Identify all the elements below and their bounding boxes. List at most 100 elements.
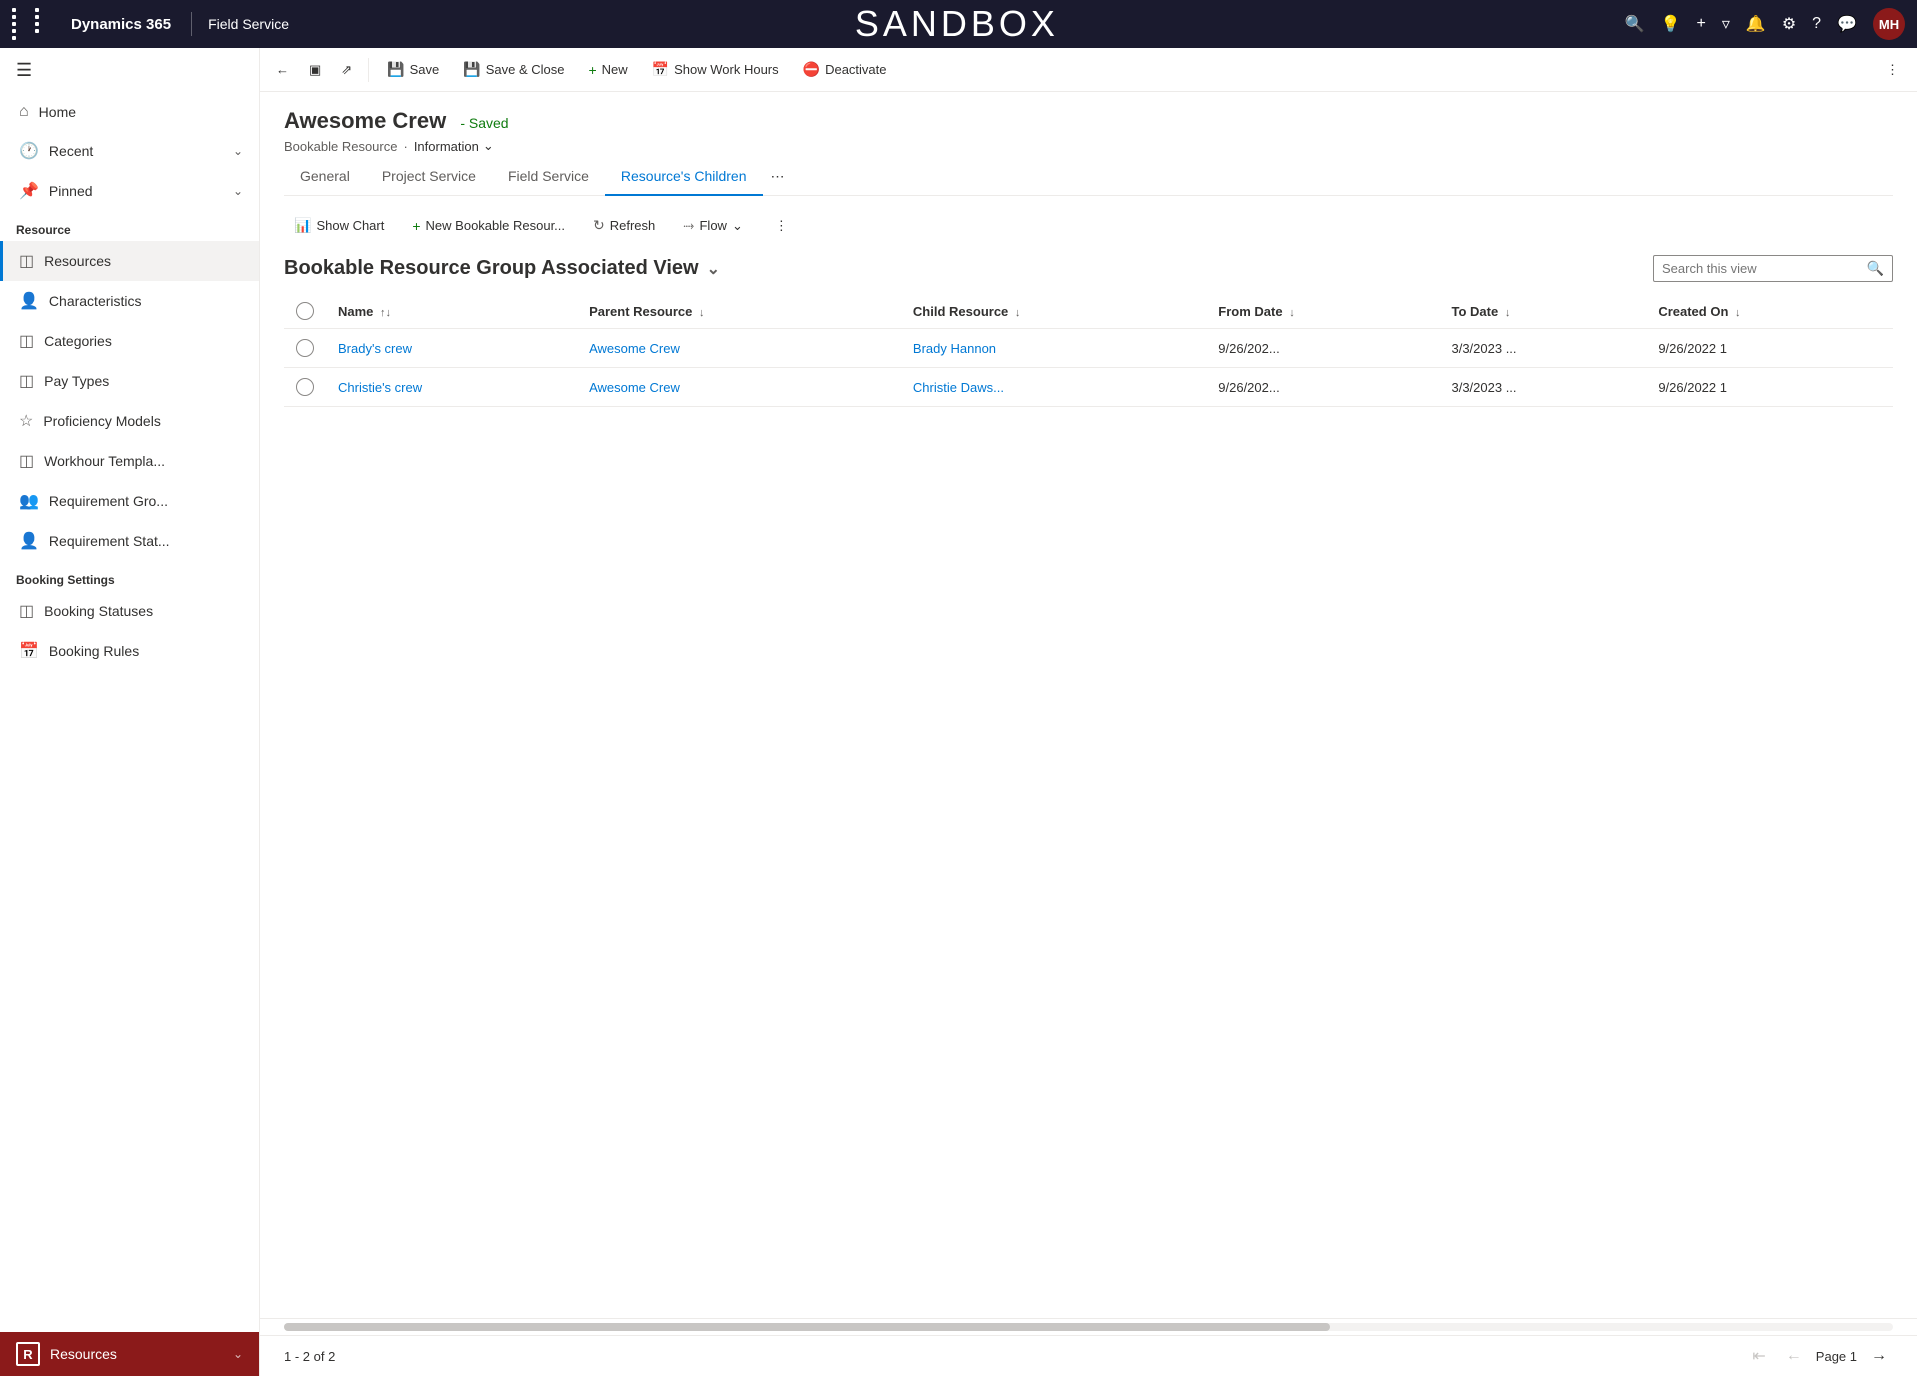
prev-page-button[interactable]: ← bbox=[1780, 1345, 1808, 1367]
info-link[interactable]: Information ⌄ bbox=[414, 138, 494, 154]
save-close-label: Save & Close bbox=[486, 62, 565, 77]
new-label: New bbox=[602, 62, 628, 77]
sidebar-item-characteristics[interactable]: 👤 Characteristics bbox=[0, 281, 259, 321]
header-checkbox[interactable] bbox=[296, 302, 314, 320]
sidebar-item-pinned[interactable]: 📌 Pinned ⌄ bbox=[0, 171, 259, 211]
sidebar-item-requirement-statuses[interactable]: 👤 Requirement Stat... bbox=[0, 521, 259, 561]
record-name: Awesome Crew bbox=[284, 108, 446, 133]
tab-field-service[interactable]: Field Service bbox=[492, 158, 605, 196]
sidebar-item-home[interactable]: ⌂ Home bbox=[0, 93, 259, 131]
new-button[interactable]: + New bbox=[578, 58, 637, 82]
sidebar-item-requirement-groups[interactable]: 👥 Requirement Gro... bbox=[0, 481, 259, 521]
settings-icon[interactable]: ⚙ bbox=[1782, 14, 1796, 34]
table-row: Brady's crew Awesome Crew Brady Hannon 9… bbox=[284, 329, 1893, 368]
cell-parent-0[interactable]: Awesome Crew bbox=[577, 329, 901, 368]
row-checkbox-cell bbox=[284, 368, 326, 407]
next-page-button[interactable]: → bbox=[1865, 1345, 1893, 1367]
recent-icon: 🕐 bbox=[19, 141, 39, 161]
view-name-label: Bookable Resource Group Associated View bbox=[284, 257, 699, 280]
cell-to-1: 3/3/2023 ... bbox=[1439, 368, 1646, 407]
work-hours-icon: 📅 bbox=[652, 61, 669, 78]
sidebar-item-booking-rules[interactable]: 📅 Booking Rules bbox=[0, 631, 259, 671]
tab-resources-children[interactable]: Resource's Children bbox=[605, 158, 763, 196]
table-header: Name ↑↓ Parent Resource ↓ Child Resource… bbox=[284, 294, 1893, 329]
user-avatar[interactable]: MH bbox=[1873, 8, 1905, 40]
resource-section-title: Resource bbox=[0, 211, 259, 241]
sidebar-item-workhour-templates[interactable]: ◫ Workhour Templa... bbox=[0, 441, 259, 481]
col-parent-resource[interactable]: Parent Resource ↓ bbox=[577, 294, 901, 329]
cell-name-0[interactable]: Brady's crew bbox=[326, 329, 577, 368]
sub-toolbar: 📊 Show Chart + New Bookable Resour... ↻ … bbox=[284, 212, 1893, 239]
breadcrumb-2: Information bbox=[414, 139, 479, 154]
scroll-thumb[interactable] bbox=[284, 1323, 1330, 1331]
save-button[interactable]: 💾 Save bbox=[377, 57, 449, 82]
breadcrumb-1[interactable]: Bookable Resource bbox=[284, 139, 397, 154]
cell-parent-1[interactable]: Awesome Crew bbox=[577, 368, 901, 407]
sidebar-item-resources[interactable]: ◫ Resources bbox=[0, 241, 259, 281]
cell-child-1[interactable]: Christie Daws... bbox=[901, 368, 1206, 407]
add-icon[interactable]: + bbox=[1697, 15, 1706, 33]
save-close-button[interactable]: 💾 Save & Close bbox=[453, 57, 574, 82]
pin-icon: 📌 bbox=[19, 181, 39, 201]
col-name[interactable]: Name ↑↓ bbox=[326, 294, 577, 329]
lightbulb-icon[interactable]: 💡 bbox=[1661, 14, 1681, 34]
popup-icon: ⇗ bbox=[341, 62, 352, 78]
sub-toolbar-more-button[interactable]: ⋮ bbox=[765, 213, 798, 239]
popup-button[interactable]: ⇗ bbox=[333, 58, 360, 82]
col-from-date-label: From Date bbox=[1218, 304, 1282, 319]
app-label[interactable]: Field Service bbox=[208, 16, 289, 32]
proficiency-icon: ☆ bbox=[19, 411, 33, 431]
more-button[interactable]: ⋮ bbox=[1876, 58, 1909, 82]
tab-general[interactable]: General bbox=[284, 158, 366, 196]
show-chart-button[interactable]: 📊 Show Chart bbox=[284, 212, 394, 239]
flow-button[interactable]: ⤑ Flow ⌄ bbox=[673, 212, 753, 239]
booking-statuses-icon: ◫ bbox=[19, 601, 34, 621]
tab-resources-children-label: Resource's Children bbox=[621, 168, 747, 184]
cell-created-1: 9/26/2022 1 bbox=[1646, 368, 1893, 407]
nav-icons: 🔍 💡 + ▿ 🔔 ⚙ ? 💬 MH bbox=[1625, 8, 1905, 40]
new-bookable-button[interactable]: + New Bookable Resour... bbox=[402, 213, 575, 239]
breadcrumb-dot: · bbox=[403, 139, 407, 154]
help-icon[interactable]: ? bbox=[1812, 15, 1821, 33]
col-created-on[interactable]: Created On ↓ bbox=[1646, 294, 1893, 329]
sidebar-item-recent[interactable]: 🕐 Recent ⌄ bbox=[0, 131, 259, 171]
tab-field-service-label: Field Service bbox=[508, 168, 589, 184]
view-chevron-icon: ⌄ bbox=[707, 259, 720, 279]
tab-more-button[interactable]: ⋯ bbox=[763, 158, 793, 195]
cell-child-0[interactable]: Brady Hannon bbox=[901, 329, 1206, 368]
tab-project-service[interactable]: Project Service bbox=[366, 158, 492, 196]
first-page-button[interactable]: ⇤ bbox=[1746, 1344, 1771, 1368]
col-to-date[interactable]: To Date ↓ bbox=[1439, 294, 1646, 329]
brand-label[interactable]: Dynamics 365 bbox=[71, 16, 171, 33]
search-icon[interactable]: 🔍 bbox=[1867, 260, 1884, 277]
app-grid-icon[interactable] bbox=[12, 8, 55, 40]
chevron-down-icon: ⌄ bbox=[233, 184, 243, 198]
sidebar-item-proficiency-models[interactable]: ☆ Proficiency Models bbox=[0, 401, 259, 441]
filter-icon[interactable]: ▿ bbox=[1722, 14, 1730, 34]
sidebar-item-booking-statuses[interactable]: ◫ Booking Statuses bbox=[0, 591, 259, 631]
col-from-date[interactable]: From Date ↓ bbox=[1206, 294, 1439, 329]
refresh-button[interactable]: ↻ Refresh bbox=[583, 212, 665, 239]
back-button[interactable]: ← bbox=[268, 58, 297, 81]
deactivate-button[interactable]: ⛔ Deactivate bbox=[793, 57, 897, 82]
show-work-hours-button[interactable]: 📅 Show Work Hours bbox=[642, 57, 789, 82]
view-name[interactable]: Bookable Resource Group Associated View … bbox=[284, 257, 720, 280]
hamburger-icon[interactable]: ☰ bbox=[16, 60, 32, 80]
search-icon[interactable]: 🔍 bbox=[1625, 14, 1645, 34]
row-checkbox[interactable] bbox=[296, 378, 314, 396]
record-view-button[interactable]: ▣ bbox=[301, 58, 329, 82]
sidebar-item-categories[interactable]: ◫ Categories bbox=[0, 321, 259, 361]
col-name-label: Name bbox=[338, 304, 373, 319]
bell-icon[interactable]: 🔔 bbox=[1746, 14, 1766, 34]
horizontal-scrollbar[interactable] bbox=[284, 1323, 1893, 1331]
row-checkbox[interactable] bbox=[296, 339, 314, 357]
tab-general-label: General bbox=[300, 168, 350, 184]
sidebar-item-label: Booking Rules bbox=[49, 643, 139, 659]
col-child-resource[interactable]: Child Resource ↓ bbox=[901, 294, 1206, 329]
resources-icon: ◫ bbox=[19, 251, 34, 271]
sidebar-bottom-resources[interactable]: R Resources ⌄ bbox=[0, 1332, 259, 1376]
chat-icon[interactable]: 💬 bbox=[1837, 14, 1857, 34]
search-input[interactable] bbox=[1662, 261, 1867, 276]
cell-name-1[interactable]: Christie's crew bbox=[326, 368, 577, 407]
sidebar-item-pay-types[interactable]: ◫ Pay Types bbox=[0, 361, 259, 401]
